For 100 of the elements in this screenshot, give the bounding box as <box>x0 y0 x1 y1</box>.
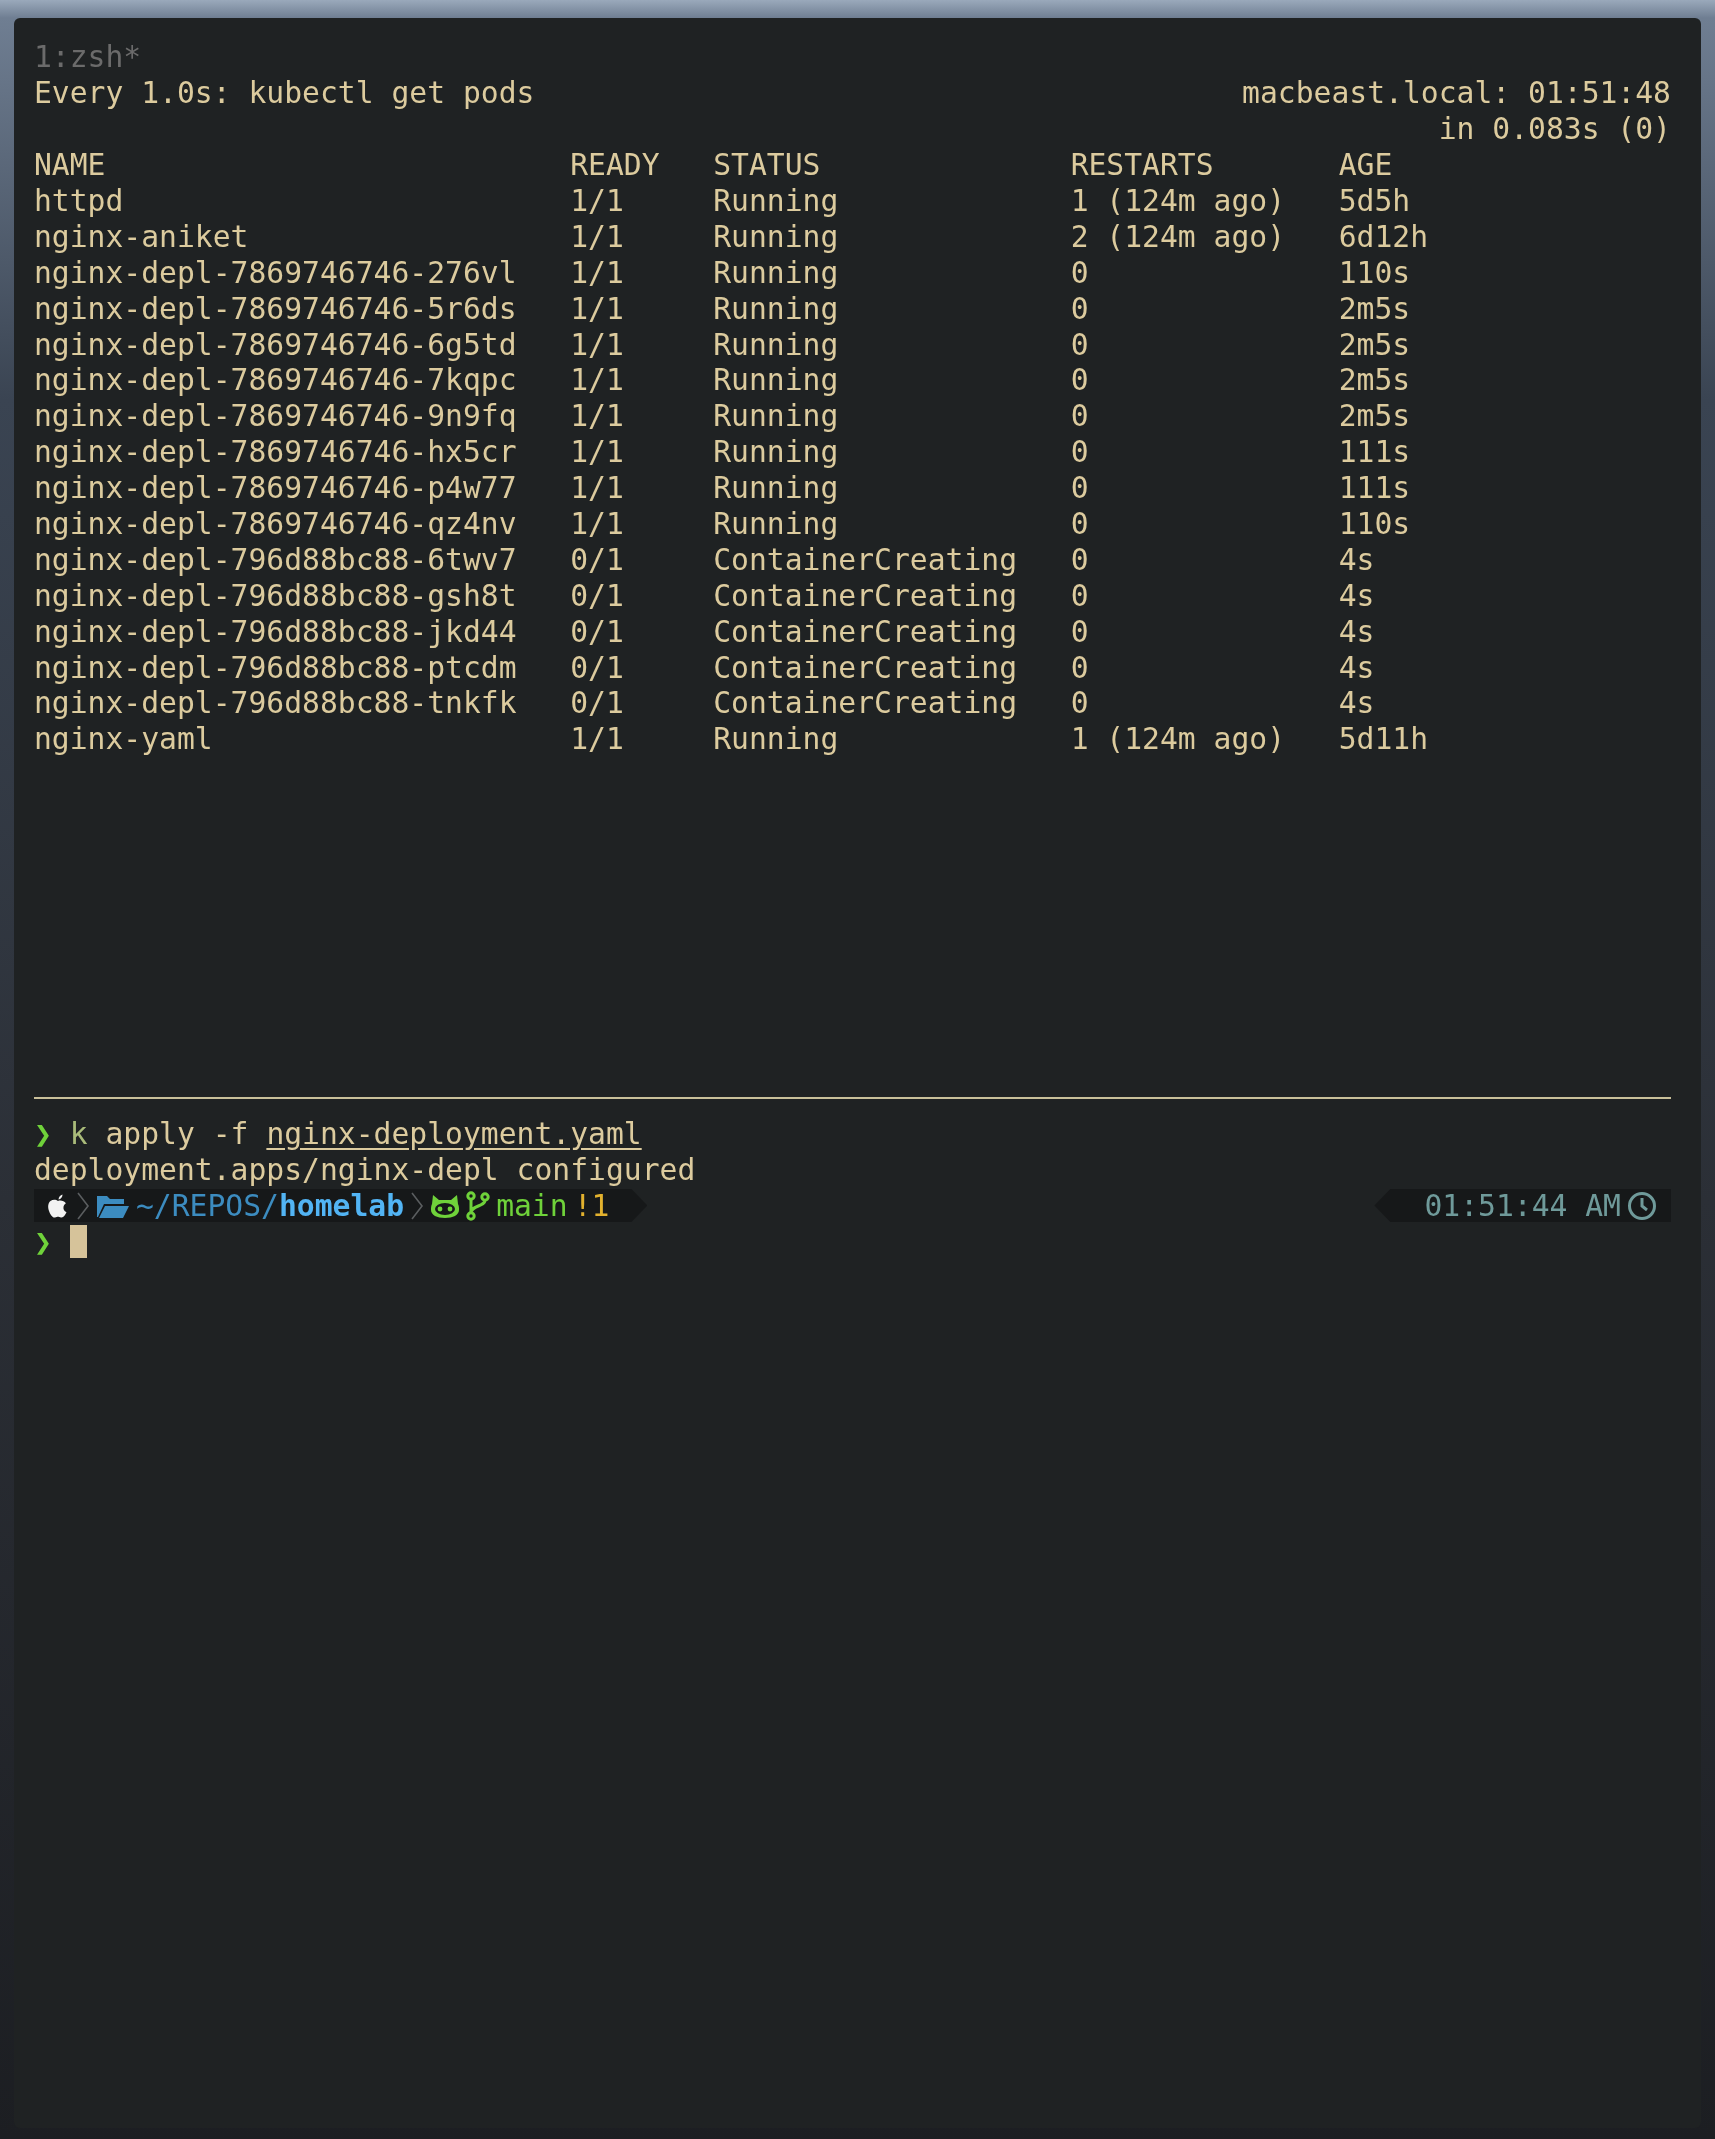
table-cell: 1/1 <box>570 218 624 254</box>
table-cell: 111s <box>1338 470 1411 506</box>
table-cell: Running <box>713 183 839 218</box>
watch-command: Every 1.0s: kubectl get pods <box>34 75 535 111</box>
table-cell: Running <box>713 721 839 757</box>
table-cell: Running <box>713 362 839 398</box>
table-cell: 0/1 <box>570 613 624 649</box>
table-cell: Running <box>713 398 839 434</box>
column-header: AGE <box>1338 147 1393 183</box>
table-cell: 1/1 <box>570 506 624 541</box>
prompt-symbol: ❯ <box>34 1223 52 1259</box>
table-cell: 4s <box>1338 577 1375 613</box>
table-cell: nginx-depl-7869746746-hx5cr <box>34 434 517 470</box>
chevron-icon <box>410 1190 425 1221</box>
table-cell: 0 <box>1070 649 1089 685</box>
table-cell: nginx-depl-7869746746-7kqpc <box>34 362 517 398</box>
branch-icon <box>466 1190 491 1221</box>
table-cell: Running <box>713 470 839 506</box>
table-cell: 0 <box>1070 470 1089 506</box>
table-cell: 2m5s <box>1338 326 1411 362</box>
table-cell: 110s <box>1338 506 1411 541</box>
table-cell: Running <box>713 506 839 541</box>
chevron-icon <box>76 1190 90 1221</box>
table-cell: ContainerCreating <box>713 649 1018 685</box>
table-cell: 110s <box>1338 254 1411 290</box>
table-cell: 4s <box>1338 613 1375 649</box>
table-cell: 0 <box>1070 613 1089 649</box>
branch-name: main <box>496 1188 568 1223</box>
command: k <box>69 1116 88 1152</box>
column-header: READY <box>570 147 660 183</box>
table-cell: 0 <box>1070 362 1089 398</box>
table-cell: nginx-depl-796d88bc88-tnkfk <box>34 685 517 721</box>
table-cell: 1/1 <box>570 326 624 362</box>
table-cell: 0 <box>1070 434 1089 470</box>
table-cell: httpd <box>34 183 124 218</box>
table-cell: 1/1 <box>570 434 624 470</box>
table-cell: Running <box>713 218 839 254</box>
git-status: !1 <box>573 1188 610 1223</box>
table-cell: ContainerCreating <box>713 577 1018 613</box>
table-cell: nginx-depl-796d88bc88-ptcdm <box>34 649 517 685</box>
table-cell: nginx-depl-796d88bc88-6twv7 <box>34 541 517 577</box>
cat-icon <box>430 1192 461 1219</box>
table-cell: 1 (124m ago) <box>1070 183 1286 218</box>
table-cell: nginx-depl-7869746746-6g5td <box>34 326 517 362</box>
table-cell: 1 (124m ago) <box>1070 721 1286 757</box>
table-cell: nginx-depl-796d88bc88-jkd44 <box>34 613 517 649</box>
table-cell: 111s <box>1338 434 1411 470</box>
table-cell: 0/1 <box>570 577 624 613</box>
table-cell: 1/1 <box>570 721 624 757</box>
table-cell: 5d5h <box>1338 183 1411 218</box>
table-cell: Running <box>713 326 839 362</box>
table-cell: 1/1 <box>570 398 624 434</box>
table-cell: 4s <box>1338 685 1375 721</box>
table-cell: 0 <box>1070 254 1089 290</box>
path-prefix: ~/REPOS/ <box>136 1188 279 1223</box>
table-cell: 1/1 <box>570 183 624 218</box>
table-cell: Running <box>713 290 839 326</box>
table-cell: 4s <box>1338 649 1375 685</box>
prompt-symbol: ❯ <box>34 1116 52 1152</box>
table-cell: 0 <box>1070 398 1089 434</box>
table-cell: 0/1 <box>570 685 624 721</box>
table-cell: 0 <box>1070 290 1089 326</box>
table-cell: nginx-depl-7869746746-276vl <box>34 254 517 290</box>
column-header: STATUS <box>713 147 821 183</box>
table-cell: 1/1 <box>570 362 624 398</box>
table-cell: 0 <box>1070 506 1089 541</box>
table-cell: 5d11h <box>1338 721 1429 757</box>
table-cell: 0 <box>1070 685 1089 721</box>
table-cell: nginx-depl-7869746746-9n9fq <box>34 398 517 434</box>
table-cell: 1/1 <box>570 290 624 326</box>
table-cell: ContainerCreating <box>713 541 1018 577</box>
table-cell: 2m5s <box>1338 290 1411 326</box>
prompt-time: 01:51:44 AM <box>1424 1188 1621 1223</box>
table-cell: 0/1 <box>570 649 624 685</box>
table-cell: 6d12h <box>1338 218 1429 254</box>
path-directory: homelab <box>279 1188 405 1223</box>
column-header: RESTARTS <box>1070 147 1214 183</box>
table-cell: 0 <box>1070 577 1089 613</box>
table-cell: 0 <box>1070 326 1089 362</box>
table-cell: 2m5s <box>1338 398 1411 434</box>
column-header: NAME <box>34 147 106 183</box>
command-output: deployment.apps/nginx-depl configured <box>34 1152 696 1188</box>
table-cell: nginx-depl-796d88bc88-gsh8t <box>34 577 517 613</box>
table-cell: nginx-depl-7869746746-5r6ds <box>34 290 517 326</box>
table-cell: Running <box>713 434 839 470</box>
table-cell: 0 <box>1070 541 1089 577</box>
table-cell: nginx-yaml <box>34 721 213 757</box>
table-cell: 4s <box>1338 541 1375 577</box>
table-cell: 1/1 <box>570 254 624 290</box>
tab-label[interactable]: 1:zsh* <box>34 39 142 75</box>
table-cell: 2 (124m ago) <box>1070 218 1286 254</box>
host-time: macbeast.local: 01:51:48 <box>1242 75 1671 111</box>
table-cell: 2m5s <box>1338 362 1411 398</box>
table-cell: ContainerCreating <box>713 685 1018 721</box>
table-cell: Running <box>713 254 839 290</box>
run-duration: in 0.083s (0) <box>1438 111 1671 147</box>
clock-icon <box>1627 1190 1657 1221</box>
table-cell: 0/1 <box>570 541 624 577</box>
table-cell: 1/1 <box>570 470 624 506</box>
table-cell: nginx-depl-7869746746-qz4nv <box>34 506 517 541</box>
